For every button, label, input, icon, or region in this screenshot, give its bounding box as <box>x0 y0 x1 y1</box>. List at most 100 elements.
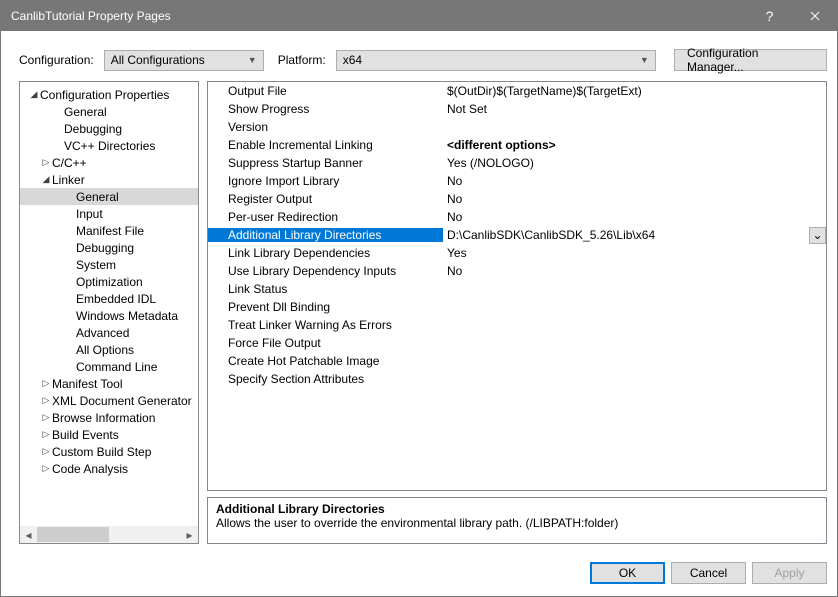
tree-item[interactable]: Debugging <box>20 120 198 137</box>
property-row[interactable]: Register OutputNo <box>208 190 826 208</box>
property-value[interactable]: No <box>443 264 826 278</box>
property-value[interactable]: No <box>443 210 826 224</box>
property-row[interactable]: Link Library DependenciesYes <box>208 244 826 262</box>
property-row[interactable]: Specify Section Attributes <box>208 370 826 388</box>
tree-item[interactable]: ▷XML Document Generator <box>20 392 198 409</box>
property-value[interactable]: Yes <box>443 246 826 260</box>
property-name: Additional Library Directories <box>208 228 443 242</box>
tree-item[interactable]: Manifest File <box>20 222 198 239</box>
platform-label: Platform: <box>278 53 326 67</box>
tree-item-label: Linker <box>52 173 85 187</box>
property-name: Ignore Import Library <box>208 174 443 188</box>
tree-item[interactable]: General <box>20 103 198 120</box>
tree-item[interactable]: ▷Custom Build Step <box>20 443 198 460</box>
tree-item-label: System <box>76 258 116 272</box>
property-name: Force File Output <box>208 336 443 350</box>
tree-root[interactable]: ◢Configuration Properties <box>20 86 198 103</box>
property-row[interactable]: Additional Library DirectoriesD:\CanlibS… <box>208 226 826 244</box>
property-row[interactable]: Per-user RedirectionNo <box>208 208 826 226</box>
tree-item-label: Browse Information <box>52 411 155 425</box>
property-name: Link Status <box>208 282 443 296</box>
nav-tree[interactable]: ◢Configuration PropertiesGeneralDebuggin… <box>20 82 198 526</box>
configuration-combo[interactable]: All Configurations ▼ <box>104 50 264 71</box>
tree-item-label: Code Analysis <box>52 462 128 476</box>
property-value[interactable]: Not Set <box>443 102 826 116</box>
property-row[interactable]: Treat Linker Warning As Errors <box>208 316 826 334</box>
property-name: Link Library Dependencies <box>208 246 443 260</box>
property-row[interactable]: Link Status <box>208 280 826 298</box>
property-row[interactable]: Enable Incremental Linking<different opt… <box>208 136 826 154</box>
property-row[interactable]: Show ProgressNot Set <box>208 100 826 118</box>
property-name: Suppress Startup Banner <box>208 156 443 170</box>
chevron-down-icon: ▼ <box>248 55 257 65</box>
property-grid[interactable]: Output File$(OutDir)$(TargetName)$(Targe… <box>207 81 827 491</box>
chevron-down-icon: ▼ <box>640 55 649 65</box>
property-row[interactable]: Suppress Startup BannerYes (/NOLOGO) <box>208 154 826 172</box>
property-value[interactable]: D:\CanlibSDK\CanlibSDK_5.26\Lib\x64⌄ <box>443 227 826 244</box>
property-row[interactable]: Output File$(OutDir)$(TargetName)$(Targe… <box>208 82 826 100</box>
tree-item[interactable]: Windows Metadata <box>20 307 198 324</box>
tree-item[interactable]: ▷Manifest Tool <box>20 375 198 392</box>
arrow-icon: ▷ <box>40 378 52 389</box>
property-row[interactable]: Create Hot Patchable Image <box>208 352 826 370</box>
configuration-manager-button[interactable]: Configuration Manager... <box>674 49 827 71</box>
tree-item-label: Manifest Tool <box>52 377 122 391</box>
property-value[interactable]: No <box>443 192 826 206</box>
property-row[interactable]: Force File Output <box>208 334 826 352</box>
help-button[interactable]: ? <box>747 1 792 31</box>
tree-item[interactable]: General <box>20 188 198 205</box>
arrow-expanded-icon: ◢ <box>28 89 40 100</box>
property-row[interactable]: Prevent Dll Binding <box>208 298 826 316</box>
tree-item[interactable]: ▷Build Events <box>20 426 198 443</box>
tree-item-label: Custom Build Step <box>52 445 151 459</box>
tree-item-label: Optimization <box>76 275 143 289</box>
tree-item[interactable]: ▷Code Analysis <box>20 460 198 477</box>
property-name: Enable Incremental Linking <box>208 138 443 152</box>
chevron-down-icon: ⌄ <box>812 228 822 242</box>
property-row[interactable]: Ignore Import LibraryNo <box>208 172 826 190</box>
description-text: Allows the user to override the environm… <box>216 516 818 530</box>
description-title: Additional Library Directories <box>216 502 818 516</box>
tree-item[interactable]: ▷Browse Information <box>20 409 198 426</box>
tree-item-label: General <box>76 190 119 204</box>
tree-item[interactable]: ▷C/C++ <box>20 154 198 171</box>
description-panel: Additional Library Directories Allows th… <box>207 497 827 544</box>
property-value[interactable]: $(OutDir)$(TargetName)$(TargetExt) <box>443 84 826 98</box>
platform-combo[interactable]: x64 ▼ <box>336 50 656 71</box>
tree-item-label: General <box>64 105 107 119</box>
tree-item[interactable]: Advanced <box>20 324 198 341</box>
scroll-thumb[interactable] <box>37 527 109 542</box>
tree-hscrollbar[interactable]: ◂ ▸ <box>20 526 198 543</box>
property-row[interactable]: Use Library Dependency InputsNo <box>208 262 826 280</box>
property-value[interactable]: <different options> <box>443 138 826 152</box>
scroll-right-icon[interactable]: ▸ <box>181 526 198 543</box>
tree-item-label: Embedded IDL <box>76 292 156 306</box>
property-name: Use Library Dependency Inputs <box>208 264 443 278</box>
property-row[interactable]: Version <box>208 118 826 136</box>
property-name: Show Progress <box>208 102 443 116</box>
close-button[interactable] <box>792 1 837 31</box>
scroll-left-icon[interactable]: ◂ <box>20 526 37 543</box>
apply-button[interactable]: Apply <box>752 562 827 584</box>
arrow-icon: ▷ <box>40 429 52 440</box>
property-name: Specify Section Attributes <box>208 372 443 386</box>
tree-item[interactable]: Command Line <box>20 358 198 375</box>
tree-item[interactable]: All Options <box>20 341 198 358</box>
arrow-icon: ▷ <box>40 412 52 423</box>
cancel-button[interactable]: Cancel <box>671 562 746 584</box>
property-value[interactable]: Yes (/NOLOGO) <box>443 156 826 170</box>
tree-item-label: All Options <box>76 343 134 357</box>
tree-item[interactable]: System <box>20 256 198 273</box>
tree-item-label: Command Line <box>76 360 157 374</box>
tree-item[interactable]: Debugging <box>20 239 198 256</box>
tree-item[interactable]: ◢Linker <box>20 171 198 188</box>
dropdown-button[interactable]: ⌄ <box>809 227 826 244</box>
tree-item[interactable]: Optimization <box>20 273 198 290</box>
tree-item[interactable]: VC++ Directories <box>20 137 198 154</box>
tree-item[interactable]: Embedded IDL <box>20 290 198 307</box>
property-value[interactable]: No <box>443 174 826 188</box>
ok-button[interactable]: OK <box>590 562 665 584</box>
close-icon <box>810 11 820 21</box>
tree-item[interactable]: Input <box>20 205 198 222</box>
arrow-icon: ▷ <box>40 463 52 474</box>
